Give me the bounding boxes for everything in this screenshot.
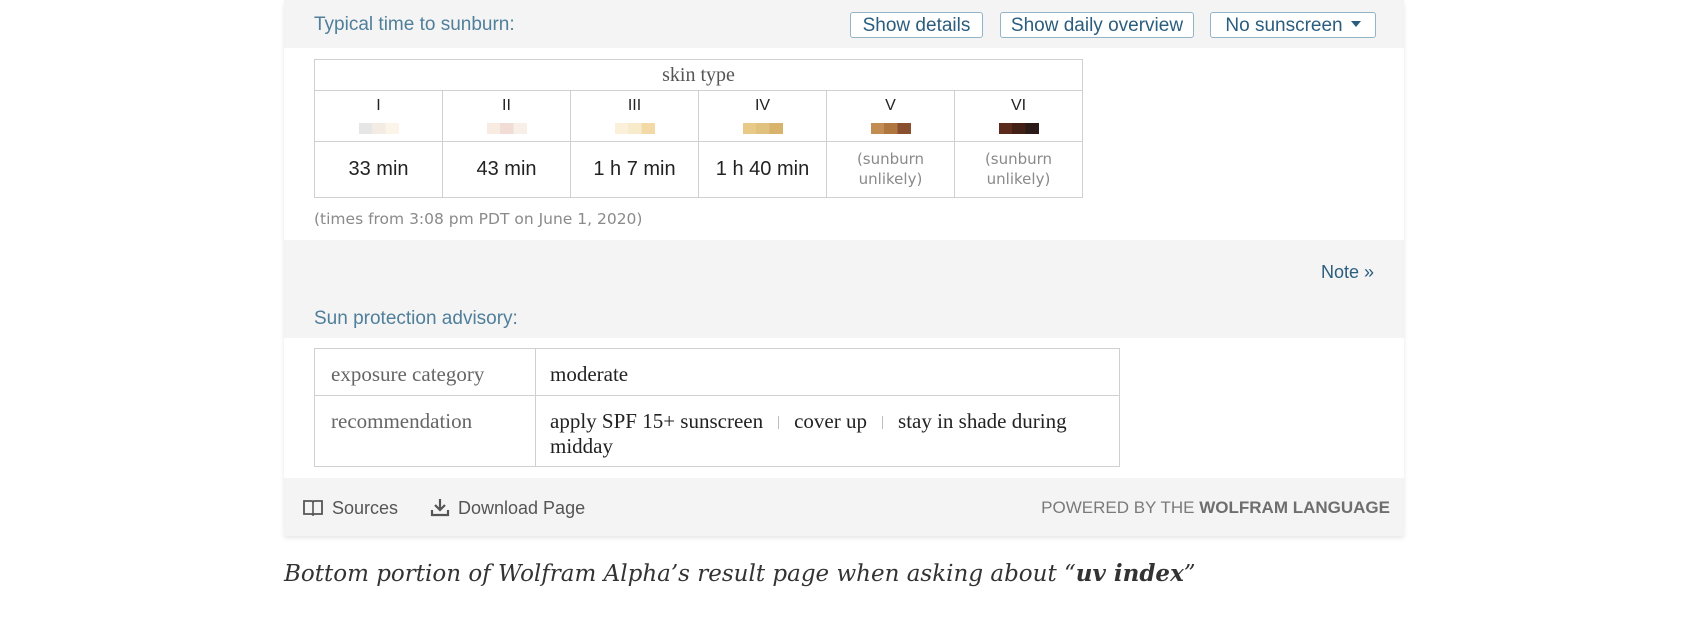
- powered-prefix: POWERED BY THE: [1041, 498, 1195, 517]
- skin-type-header: VI: [954, 90, 1083, 142]
- show-daily-overview-button[interactable]: Show daily overview: [1000, 12, 1194, 38]
- caption-suffix: ”: [1183, 561, 1196, 587]
- skin-type-label: VI: [1010, 97, 1027, 114]
- advisory-pod-title: Sun protection advisory:: [314, 308, 518, 329]
- advisory-row: recommendation apply SPF 15+ sunscreen | c…: [314, 395, 1120, 467]
- powered-brand: WOLFRAM LANGUAGE: [1199, 498, 1390, 517]
- advisory-table: exposure category moderate recommendatio…: [314, 348, 1120, 467]
- caret-down-icon: [1350, 20, 1361, 27]
- advisory-value: moderate: [535, 348, 1120, 396]
- skin-color-swatch: [486, 123, 527, 134]
- sources-link[interactable]: Sources: [302, 498, 398, 519]
- skin-type-label: III: [627, 97, 642, 114]
- separator: |: [881, 414, 885, 430]
- download-page-label: Download Page: [458, 498, 586, 518]
- skin-type-label: IV: [754, 97, 771, 114]
- sunburn-time: 33 min: [348, 158, 409, 180]
- advisory-key: recommendation: [314, 395, 536, 467]
- sunscreen-select[interactable]: No sunscreen: [1210, 12, 1376, 38]
- skin-type-label: V: [885, 97, 896, 114]
- skin-color-swatch: [870, 123, 911, 134]
- download-page-link[interactable]: Download Page: [430, 498, 585, 519]
- powered-by-label: POWERED BY THE WOLFRAM LANGUAGE: [1041, 498, 1390, 518]
- sunburn-time: 1 h 40 min: [715, 158, 810, 180]
- sunburn-time-cell: 1 h 40 min: [698, 141, 827, 198]
- skin-type-table: skin type I II III IV V VI 33 min 43 min 1 h 7 …: [314, 59, 1083, 198]
- times-footnote: (times from 3:08 pm PDT on June 1, 2020): [314, 210, 643, 228]
- advisory-key: exposure category: [314, 348, 536, 396]
- skin-type-header: II: [442, 90, 571, 142]
- sunburn-time: (sunburn unlikely): [984, 150, 1053, 188]
- skin-type-label: I: [376, 97, 381, 114]
- skin-type-label: II: [502, 97, 511, 114]
- sunburn-time-cell: 1 h 7 min: [570, 141, 699, 198]
- caption-query: uv index: [1075, 560, 1184, 587]
- skin-color-swatch: [358, 123, 399, 134]
- result-footer: Sources Download Page POWERED BY THE WOL…: [284, 478, 1404, 536]
- download-icon: [430, 499, 450, 517]
- figure-caption: Bottom portion of Wolfram Alpha’s result…: [284, 560, 1196, 587]
- sunburn-time: 1 h 7 min: [593, 158, 676, 180]
- skin-color-swatch: [742, 123, 783, 134]
- sunburn-time-cell: 33 min: [314, 141, 443, 198]
- caption-prefix: Bottom portion of Wolfram Alpha’s result…: [284, 561, 1076, 587]
- result-card: Typical time to sunburn: Show details Sh…: [284, 0, 1404, 536]
- sources-label: Sources: [332, 498, 399, 518]
- advisory-value: apply SPF 15+ sunscreen | cover up | stay in…: [535, 395, 1120, 467]
- recommendation-item: cover up: [794, 409, 867, 433]
- sunburn-time-cell: (sunburn unlikely): [826, 141, 955, 198]
- sunburn-time: 43 min: [476, 158, 537, 180]
- sunburn-time: (sunburn unlikely): [856, 150, 925, 188]
- sunburn-time-cell: 43 min: [442, 141, 571, 198]
- note-link[interactable]: Note »: [1321, 262, 1374, 283]
- skin-type-value-row: 33 min 43 min 1 h 7 min 1 h 40 min (sunburn …: [314, 141, 1083, 198]
- book-icon: [303, 500, 323, 517]
- advisory-row: exposure category moderate: [314, 348, 1120, 396]
- sunburn-time-cell: (sunburn unlikely): [954, 141, 1083, 198]
- skin-color-swatch: [998, 123, 1039, 134]
- recommendation-item: apply SPF 15+ sunscreen: [550, 409, 764, 433]
- skin-type-header: III: [570, 90, 699, 142]
- skin-color-swatch: [614, 123, 655, 134]
- separator: |: [777, 414, 781, 430]
- sunburn-pod-title: Typical time to sunburn:: [314, 14, 515, 35]
- skin-type-header-row: I II III IV V VI: [314, 90, 1083, 142]
- skin-type-header: V: [826, 90, 955, 142]
- skin-type-caption: skin type: [314, 59, 1083, 91]
- sunburn-pod-header: Typical time to sunburn: Show details Sh…: [284, 0, 1404, 48]
- sunscreen-select-value: No sunscreen: [1225, 15, 1343, 36]
- advisory-pod-header: Note » Sun protection advisory:: [284, 240, 1404, 338]
- skin-type-header: IV: [698, 90, 827, 142]
- skin-type-header: I: [314, 90, 443, 142]
- show-details-button[interactable]: Show details: [850, 12, 983, 38]
